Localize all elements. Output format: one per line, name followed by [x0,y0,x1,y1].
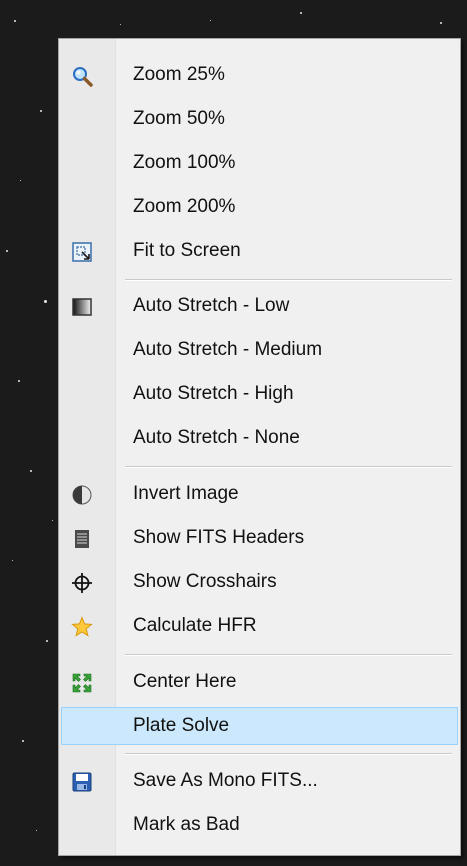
star [52,520,53,521]
menu-item-zoom-50[interactable]: Zoom 50% [61,100,458,138]
menu-item-label: Show Crosshairs [133,571,277,592]
floppy-disk-icon [71,771,93,793]
star [12,560,13,561]
menu-item-save-as-mono-fits[interactable]: Save As Mono FITS... [61,762,458,800]
menu-item-label: Auto Stretch - Medium [133,339,323,360]
menu-item-auto-stretch-low[interactable]: Auto Stretch - Low [61,287,458,325]
star [22,740,24,742]
center-arrows-icon [71,672,93,694]
menu-item-label: Calculate HFR [133,615,257,636]
menu-item-auto-stretch-none[interactable]: Auto Stretch - None [61,419,458,457]
star [18,380,20,382]
menu-item-label: Auto Stretch - None [133,427,300,448]
menu-item-zoom-200[interactable]: Zoom 200% [61,188,458,226]
menu-item-label: Auto Stretch - Low [133,295,290,316]
menu-separator [125,466,452,468]
star [20,180,21,181]
menu-item-plate-solve[interactable]: Plate Solve [61,707,458,745]
menu-item-label: Show FITS Headers [133,527,305,548]
menu-item-show-fits-headers[interactable]: Show FITS Headers [61,519,458,557]
menu-item-label: Center Here [133,671,237,692]
menu-item-calculate-hfr[interactable]: Calculate HFR [61,607,458,645]
menu-item-center-here[interactable]: Center Here [61,663,458,701]
menu-separator [125,753,452,755]
menu-separator [125,279,452,281]
star [30,470,32,472]
menu-item-label: Mark as Bad [133,814,240,835]
star [210,20,211,21]
half-circle-icon [71,484,93,506]
menu-item-label: Fit to Screen [133,240,241,261]
star [36,830,37,831]
menu-item-zoom-100[interactable]: Zoom 100% [61,144,458,182]
menu-item-label: Zoom 25% [133,64,225,85]
star [300,12,302,14]
menu-item-zoom-25[interactable]: Zoom 25% [61,56,458,94]
star [120,24,121,25]
star [46,640,48,642]
crosshair-icon [71,572,93,594]
star [440,22,442,24]
magnifier-icon [71,65,93,87]
menu-item-mark-as-bad[interactable]: Mark as Bad [61,806,458,844]
menu-item-label: Zoom 100% [133,152,236,173]
star [44,300,47,303]
star [6,250,8,252]
menu-item-label: Zoom 200% [133,196,236,217]
menu-item-label: Save As Mono FITS... [133,770,318,791]
gradient-icon [71,296,93,318]
star [14,20,16,22]
menu-item-fit-to-screen[interactable]: Fit to Screen [61,232,458,270]
menu-item-invert-image[interactable]: Invert Image [61,475,458,513]
menu-separator [125,654,452,656]
fit-screen-icon [71,241,93,263]
menu-item-auto-stretch-medium[interactable]: Auto Stretch - Medium [61,331,458,369]
menu-item-label: Auto Stretch - High [133,383,294,404]
menu-item-label: Plate Solve [133,715,230,736]
document-icon [71,528,93,550]
context-menu: Zoom 25% Zoom 50% Zoom 100% Zoom 200% Fi… [58,38,461,856]
star-icon [71,616,93,638]
menu-item-label: Invert Image [133,483,239,504]
menu-item-auto-stretch-high[interactable]: Auto Stretch - High [61,375,458,413]
menu-item-label: Zoom 50% [133,108,225,129]
menu-item-show-crosshairs[interactable]: Show Crosshairs [61,563,458,601]
star [40,110,42,112]
